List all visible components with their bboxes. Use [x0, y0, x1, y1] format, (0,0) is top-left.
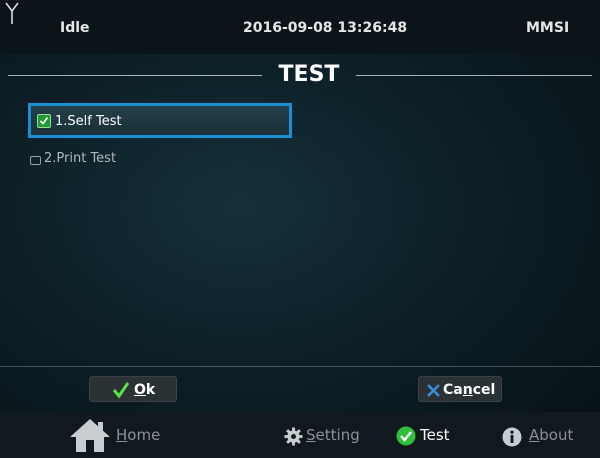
gear-icon [284, 427, 303, 446]
check-circle-icon [396, 426, 416, 446]
list-item-print-test[interactable]: 2.Print Test [28, 150, 292, 180]
antenna-icon [5, 2, 19, 24]
nav-about-label: About [529, 426, 574, 444]
nav-test-label: Test [420, 426, 450, 444]
close-icon [427, 384, 440, 397]
checkbox-checked-icon[interactable] [37, 114, 51, 128]
status-bar: Idle 2016-09-08 13:26:48 MMSI [0, 0, 600, 54]
status-datetime: 2016-09-08 13:26:48 [243, 20, 408, 36]
cancel-button[interactable]: Cancel [418, 376, 502, 402]
page-title-row: TEST [0, 60, 600, 90]
bottom-nav-bar: Home Setting Test About [0, 412, 600, 458]
list-item-label: 1.Self Test [55, 114, 122, 129]
checkbox-unchecked-icon[interactable] [30, 156, 41, 165]
check-icon [112, 382, 130, 399]
home-icon [70, 419, 110, 452]
list-item-self-test[interactable]: 1.Self Test [28, 103, 292, 138]
status-mmsi: MMSI [526, 20, 570, 36]
test-screen: Idle 2016-09-08 13:26:48 MMSI TEST 1.Sel… [0, 0, 600, 458]
info-icon [502, 427, 522, 447]
ok-button[interactable]: Ok [89, 376, 177, 402]
title-divider-left [8, 75, 262, 76]
page-title: TEST [278, 62, 340, 87]
title-divider-right [356, 75, 592, 76]
ok-button-label: Ok [134, 382, 156, 398]
nav-home-label: Home [116, 426, 161, 444]
cancel-button-label: Cancel [443, 382, 496, 398]
bottom-divider [0, 366, 600, 367]
status-state: Idle [60, 20, 90, 36]
list-item-label: 2.Print Test [44, 151, 117, 166]
nav-setting-label: Setting [306, 426, 360, 444]
